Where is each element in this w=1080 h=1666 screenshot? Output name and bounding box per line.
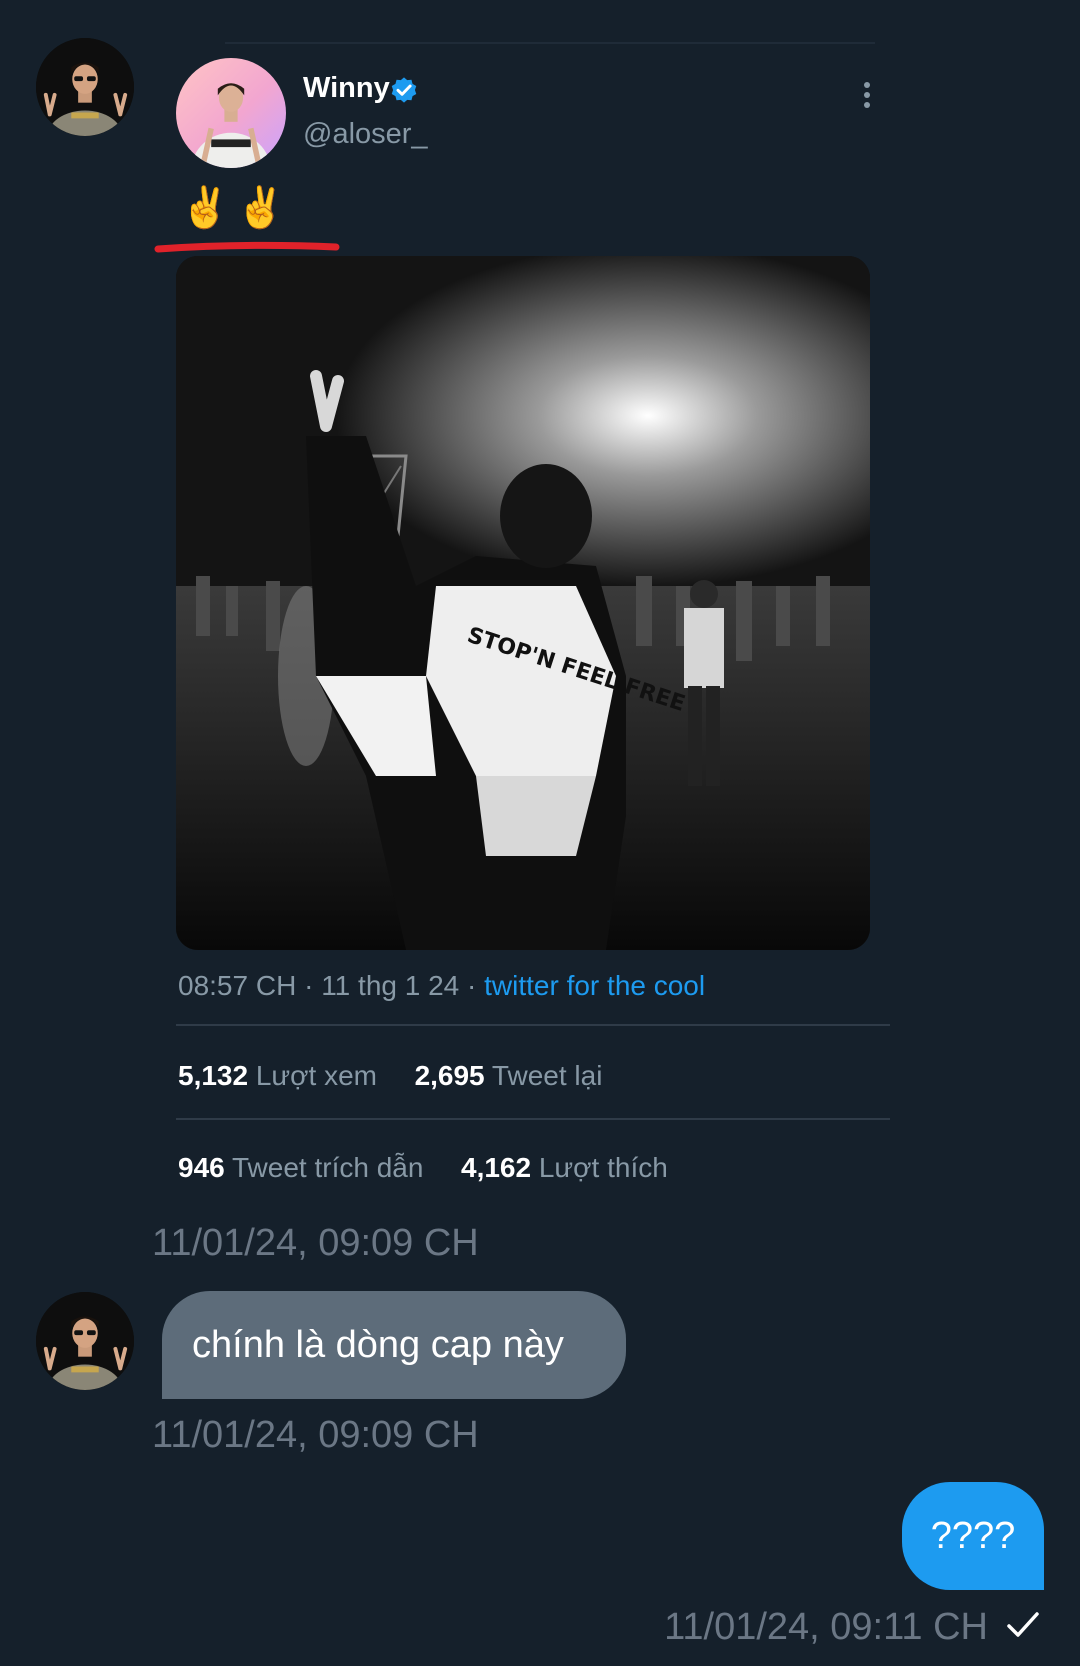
tweet-text: ✌️✌️ bbox=[180, 186, 292, 230]
more-options-icon[interactable] bbox=[862, 82, 872, 114]
stats-row-1: 5,132 Lượt xem 2,695 Tweet lại bbox=[178, 1060, 602, 1092]
views-label[interactable]: Lượt xem bbox=[256, 1060, 377, 1091]
message-timestamp: 11/01/24, 09:09 CH bbox=[152, 1222, 479, 1264]
retweets-label[interactable]: Tweet lại bbox=[492, 1060, 603, 1091]
meta-separator: · bbox=[304, 970, 314, 1001]
tweet-source-link[interactable]: twitter for the cool bbox=[484, 970, 705, 1001]
likes-count[interactable]: 4,162 bbox=[461, 1152, 531, 1183]
tweet-meta: 08:57 CH · 11 thg 1 24 · twitter for the… bbox=[178, 970, 705, 1002]
avatar-image bbox=[36, 1292, 134, 1390]
sender-avatar[interactable] bbox=[36, 1292, 134, 1390]
tweet-time: 08:57 CH bbox=[178, 970, 297, 1001]
message-timestamp: 11/01/24, 09:09 CH bbox=[152, 1414, 479, 1456]
stats-row-2: 946 Tweet trích dẫn 4,162 Lượt thích bbox=[178, 1152, 668, 1184]
red-underline-annotation bbox=[154, 241, 340, 253]
received-message-bubble[interactable]: chính là dòng cap này bbox=[162, 1291, 626, 1399]
tweet-card-top-border bbox=[225, 42, 875, 44]
retweets-count[interactable]: 2,695 bbox=[415, 1060, 485, 1091]
sent-check-icon bbox=[1007, 1612, 1039, 1637]
author-avatar-image bbox=[191, 83, 271, 168]
quote-tweets-count[interactable]: 946 bbox=[178, 1152, 225, 1183]
tweet-author-name[interactable]: Winny bbox=[303, 72, 390, 105]
tweet-author-handle[interactable]: @aloser_ bbox=[303, 118, 428, 151]
divider bbox=[176, 1024, 890, 1026]
message-timestamp: 11/01/24, 09:11 CH bbox=[664, 1606, 988, 1648]
verified-badge-icon bbox=[391, 77, 417, 103]
quote-tweets-label[interactable]: Tweet trích dẫn bbox=[232, 1152, 423, 1183]
views-count[interactable]: 5,132 bbox=[178, 1060, 248, 1091]
concert-photo: STOP'N FEEL FREE bbox=[176, 256, 870, 950]
sender-avatar[interactable] bbox=[36, 38, 134, 136]
tweet-author-avatar[interactable] bbox=[176, 58, 286, 168]
sent-message-bubble[interactable]: ???? bbox=[902, 1482, 1044, 1590]
tweet-date: 11 thg 1 24 bbox=[321, 970, 460, 1001]
likes-label[interactable]: Lượt thích bbox=[539, 1152, 668, 1183]
avatar-image bbox=[36, 38, 134, 136]
divider bbox=[176, 1118, 890, 1120]
meta-separator: · bbox=[467, 970, 477, 1001]
tweet-photo[interactable]: STOP'N FEEL FREE bbox=[176, 256, 870, 950]
